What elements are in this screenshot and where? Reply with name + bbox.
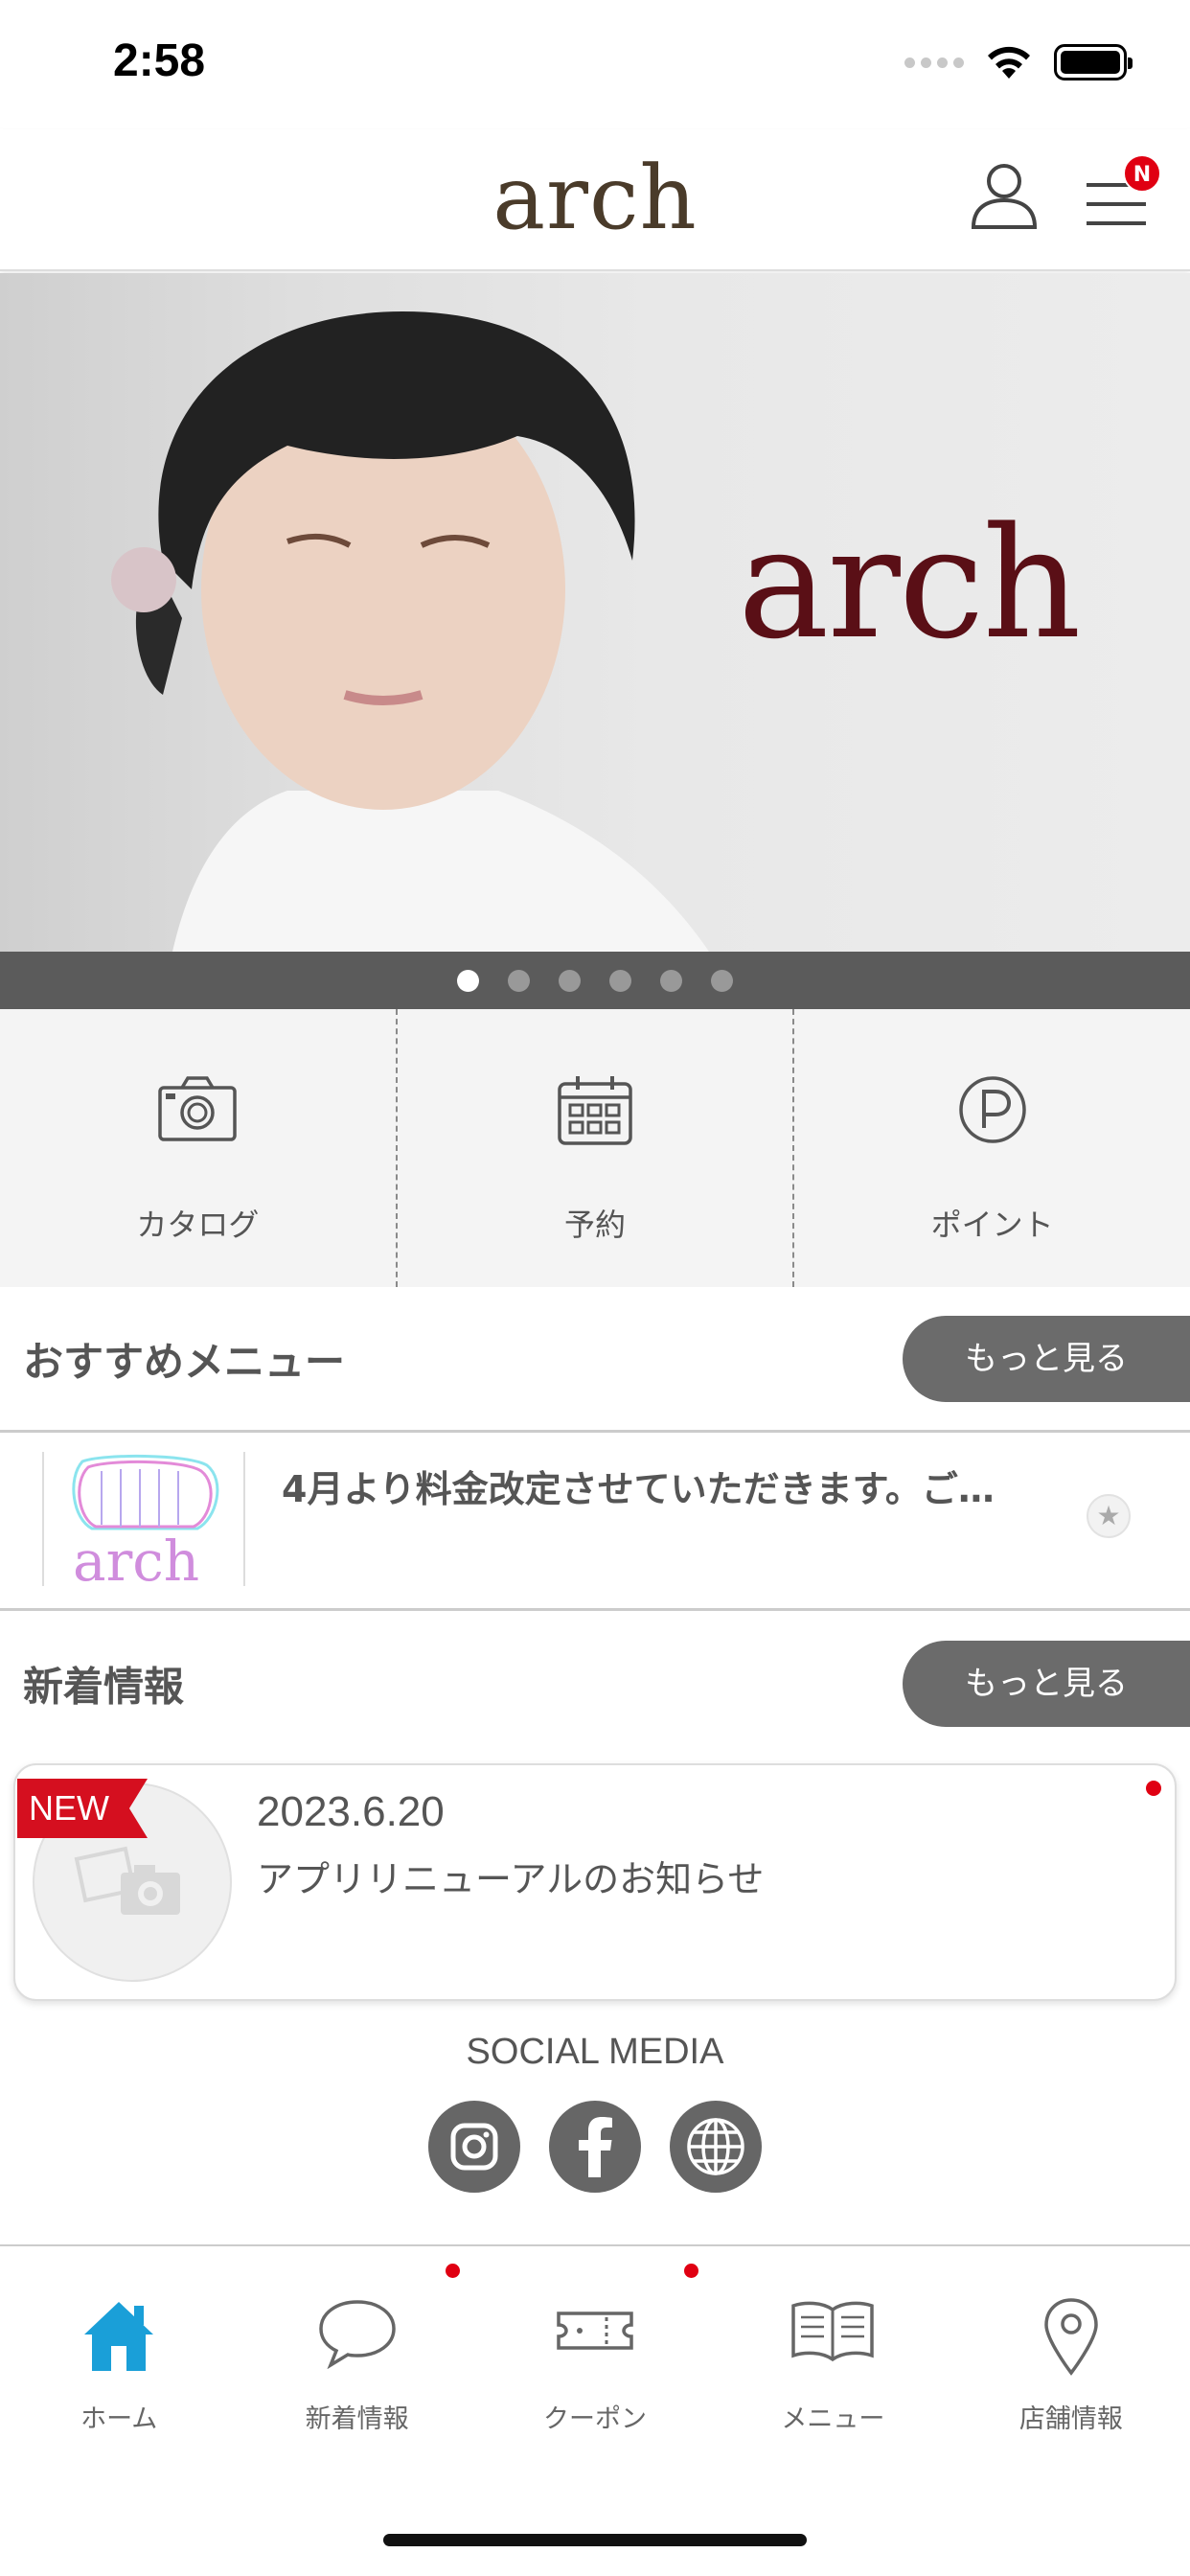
facebook-icon[interactable] <box>549 2101 641 2193</box>
news-more-button[interactable]: もっと見る <box>903 1641 1190 1727</box>
ticket-icon <box>557 2312 633 2350</box>
home-indicator <box>383 2534 807 2546</box>
point-button[interactable]: ポイント <box>792 1009 1190 1287</box>
tab-store-info[interactable]: 店舗情報 <box>952 2246 1190 2436</box>
recommended-item[interactable]: arch 4月より料金改定させていただきます。ご… ★ <box>0 1433 1190 1610</box>
recommended-thumbnail: arch <box>42 1452 245 1586</box>
camera-icon <box>158 1076 238 1141</box>
instagram-icon[interactable] <box>428 2101 520 2193</box>
status-indicators <box>904 44 1133 80</box>
catalog-label: カタログ <box>136 1207 260 1243</box>
favorite-star-icon[interactable]: ★ <box>1087 1494 1131 1538</box>
tab-notification-dot <box>683 2264 698 2278</box>
tab-home-label: ホーム <box>80 2404 158 2434</box>
news-card[interactable]: NEW 2023.6.20 アプリリニューアルのお知らせ <box>13 1763 1177 2001</box>
tab-home[interactable]: ホーム <box>0 2246 238 2436</box>
catalog-button[interactable]: カタログ <box>0 1009 396 1287</box>
book-icon <box>791 2301 875 2362</box>
thumbnail-text: arch <box>73 1529 200 1586</box>
tab-coupon[interactable]: クーポン <box>476 2246 714 2436</box>
news-section-header: 新着情報 もっと見る <box>0 1612 1190 1756</box>
hero-photo <box>111 311 709 952</box>
calendar-icon <box>558 1076 632 1145</box>
carousel-dot[interactable] <box>711 969 733 992</box>
signal-icon <box>904 57 964 68</box>
tab-news[interactable]: 新着情報 <box>238 2246 475 2436</box>
tab-notification-dot <box>446 2264 461 2278</box>
carousel-dot[interactable] <box>609 969 631 992</box>
user-icon[interactable] <box>968 160 1041 233</box>
hero-brand-text: arch <box>738 494 1082 673</box>
reservation-button[interactable]: 予約 <box>395 1009 793 1287</box>
hero-banner[interactable]: arch <box>0 273 1190 952</box>
carousel-dot[interactable] <box>660 969 682 992</box>
point-icon <box>958 1076 1026 1143</box>
news-item-title: アプリリニューアルのお知らせ <box>257 1858 765 1900</box>
tab-menu-label: メニュー <box>781 2404 885 2434</box>
tab-news-label: 新着情報 <box>305 2404 409 2434</box>
recommended-item-text: 4月より料金改定させていただきます。ご… <box>282 1468 995 1510</box>
status-time: 2:58 <box>113 35 206 86</box>
tab-store-info-label: 店舗情報 <box>1018 2404 1123 2434</box>
carousel-pagination <box>0 952 1190 1009</box>
news-title: 新着情報 <box>23 1663 185 1711</box>
status-bar: 2:58 <box>0 0 1190 129</box>
home-icon <box>84 2302 154 2371</box>
carousel-dot[interactable] <box>508 969 530 992</box>
chat-icon <box>318 2300 396 2369</box>
recommended-more-button[interactable]: もっと見る <box>903 1316 1190 1402</box>
new-badge: NEW <box>17 1779 148 1838</box>
news-date: 2023.6.20 <box>257 1788 445 1835</box>
quick-actions: カタログ 予約 ポイント <box>0 1009 1190 1287</box>
notification-badge: N <box>1123 154 1161 193</box>
point-label: ポイント <box>930 1207 1054 1243</box>
tab-coupon-label: クーポン <box>543 2404 648 2434</box>
unread-indicator <box>1146 1781 1161 1796</box>
wifi-icon <box>988 46 1030 79</box>
social-media-title: SOCIAL MEDIA <box>466 2032 724 2072</box>
reservation-label: 予約 <box>564 1207 627 1243</box>
tab-menu[interactable]: メニュー <box>714 2246 951 2436</box>
location-pin-icon <box>1044 2298 1098 2376</box>
bottom-tab-bar: ホーム 新着情報 クーポン メニュー 店舗情報 <box>0 2244 1190 2436</box>
battery-icon <box>1054 44 1133 80</box>
recommended-title: おすすめメニュー <box>23 1338 346 1386</box>
divider <box>0 1608 1190 1611</box>
globe-icon[interactable] <box>670 2101 762 2193</box>
social-icons <box>0 2101 1190 2193</box>
app-header: arch N <box>0 129 1190 271</box>
carousel-dot[interactable] <box>559 969 581 992</box>
recommended-section-header: おすすめメニュー もっと見る <box>0 1287 1190 1431</box>
carousel-dot[interactable] <box>457 969 479 992</box>
